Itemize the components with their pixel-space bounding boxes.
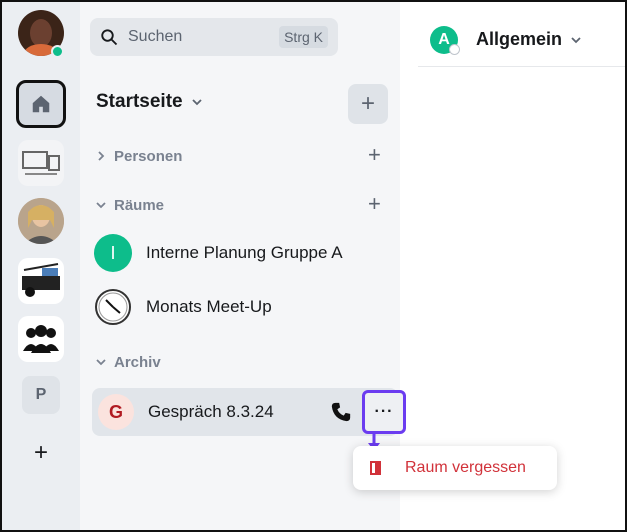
section-people[interactable]: Personen: [96, 146, 182, 166]
room-list-panel: Suchen Strg K Startseite + Personen + Rä…: [80, 2, 406, 530]
search-bar[interactable]: Suchen Strg K: [90, 18, 338, 56]
space-image-icon: [22, 263, 60, 297]
home-title[interactable]: Startseite: [96, 91, 203, 113]
space-avatar-1[interactable]: [18, 140, 64, 186]
space-avatar-2[interactable]: [18, 198, 64, 244]
section-rooms[interactable]: Räume: [96, 195, 164, 215]
forget-room-menu-item[interactable]: Raum vergessen: [405, 459, 526, 477]
search-icon: [101, 29, 118, 46]
section-archive[interactable]: Archiv: [96, 352, 161, 372]
room-name: Monats Meet-Up: [146, 297, 272, 316]
room-item-monats-meetup[interactable]: Monats Meet-Up: [94, 287, 272, 327]
room-header-initial: A: [438, 31, 450, 48]
room-name: Gespräch 8.3.24: [148, 402, 274, 421]
chevron-down-icon: [571, 36, 581, 43]
add-room-section-button[interactable]: +: [368, 193, 381, 215]
home-space-button[interactable]: [16, 80, 66, 128]
chevron-down-icon: [96, 202, 106, 209]
online-status-indicator: [51, 45, 64, 58]
room-avatar: I: [94, 234, 132, 272]
room-header-title-label: Allgemein: [476, 29, 563, 49]
space-avatar-3[interactable]: [18, 258, 64, 304]
room-header-title[interactable]: Allgemein: [476, 29, 582, 50]
space-avatar-4[interactable]: [18, 316, 64, 362]
search-placeholder: Suchen: [128, 28, 183, 45]
section-rooms-label: Räume: [114, 196, 165, 214]
add-person-button[interactable]: +: [368, 144, 381, 166]
section-archive-label: Archiv: [114, 353, 161, 371]
room-context-menu: Raum vergessen: [353, 446, 557, 490]
leave-door-icon: [370, 461, 381, 475]
chevron-right-icon: [98, 151, 105, 161]
home-icon: [32, 95, 50, 113]
header-divider: [418, 66, 625, 67]
room-avatar-initial: G: [108, 401, 123, 422]
search-shortcut: Strg K: [279, 26, 328, 48]
space-bar: P +: [2, 2, 80, 530]
add-room-button[interactable]: +: [348, 84, 388, 124]
chevron-down-icon: [96, 359, 106, 366]
room-badge-icon: [449, 44, 460, 55]
person-photo-icon: [18, 198, 64, 244]
chevron-down-icon: [191, 99, 202, 106]
add-space-button[interactable]: +: [30, 441, 52, 465]
room-options-button[interactable]: ···: [362, 390, 406, 434]
app-window: P + Suchen Strg K Startseite + Personen: [0, 0, 627, 532]
archived-room-item[interactable]: G Gespräch 8.3.24 ···: [92, 388, 406, 436]
space-avatar-p[interactable]: P: [22, 376, 60, 414]
section-people-label: Personen: [114, 147, 183, 165]
group-icon: [23, 325, 59, 353]
home-title-label: Startseite: [96, 91, 183, 112]
phone-icon: [331, 402, 351, 422]
space-image-icon: [22, 151, 60, 175]
room-avatar-initial: I: [110, 242, 116, 263]
clock-icon: [94, 288, 132, 326]
room-item-interne-planung[interactable]: I Interne Planung Gruppe A: [94, 233, 343, 273]
room-avatar: G: [98, 394, 134, 430]
room-name: Interne Planung Gruppe A: [146, 243, 343, 262]
